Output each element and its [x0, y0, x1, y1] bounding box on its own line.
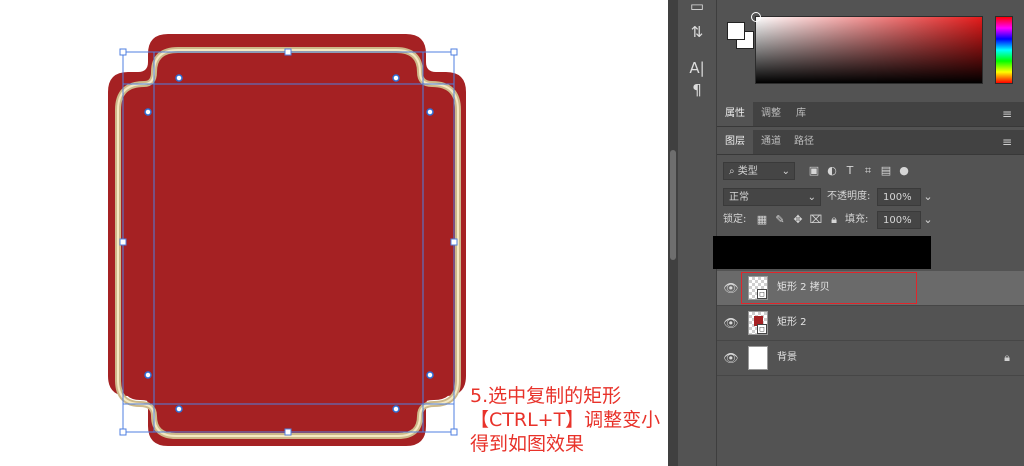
redaction-bar [713, 236, 931, 269]
filter-toggle-icon[interactable]: ● [897, 162, 911, 180]
blend-mode-value: 正常 [729, 192, 749, 203]
lock-artboard-icon[interactable]: ⌧ [809, 211, 823, 229]
instruction-line-1: 5.选中复制的矩形 [470, 385, 622, 407]
lock-paint-icon[interactable]: ✎ [773, 211, 787, 229]
opacity-dropdown-icon[interactable]: ⌄ [921, 188, 935, 206]
paragraph-panel-button[interactable]: ¶ [684, 78, 710, 102]
panel-menu-icon[interactable]: ≡ [998, 102, 1016, 126]
layer-comp-icon[interactable]: ⇅ [684, 20, 710, 44]
highlight-box [741, 272, 917, 304]
search-icon: ⌕ [729, 166, 738, 177]
canvas-scrollbar[interactable] [668, 0, 678, 466]
layer-row-background[interactable]: 👁︎ 背景 🔒︎ [717, 341, 1024, 376]
main-panel-column: 属性 调整 库 ≡ 图层 通道 路径 ≡ ⌕ 类型 ⌄ ▣ ◐ T ⌗ ▤ ● [713, 0, 1024, 466]
comment-icon[interactable]: ▭ [684, 0, 710, 18]
adjustment-filter-icon[interactable]: ◐ [825, 162, 839, 180]
fill-value: 100% [883, 215, 912, 226]
photoshop-panels: ▭ ⇅ A| ¶ 属性 调整 库 ≡ 图层 通道 路径 ≡ ⌕ 类型 ⌄ ▣ ◐… [668, 0, 1024, 466]
blend-mode-select[interactable]: 正常 ⌄ [723, 188, 821, 206]
blend-row: 正常 ⌄ 不透明度: 100% ⌄ [717, 188, 1024, 208]
eye-icon[interactable]: 👁︎ [723, 280, 739, 296]
foreground-color-swatch[interactable] [727, 22, 745, 40]
properties-tab-bar: 属性 调整 库 ≡ [717, 102, 1024, 127]
tab-adjustments[interactable]: 调整 [755, 102, 787, 126]
copy-red-fill [122, 54, 454, 432]
smartobject-filter-icon[interactable]: ▤ [879, 162, 893, 180]
fill-dropdown-icon[interactable]: ⌄ [921, 211, 935, 229]
filter-kind-select[interactable]: ⌕ 类型 ⌄ [723, 162, 795, 180]
layer-filter-row: ⌕ 类型 ⌄ ▣ ◐ T ⌗ ▤ ● [717, 162, 1024, 182]
instruction-line-2: 【CTRL+T】调整变小 [470, 409, 661, 431]
filter-kind-label: 类型 [737, 166, 758, 177]
layer-thumbnail: ◻ [748, 311, 768, 335]
type-filter-icon[interactable]: T [843, 162, 857, 180]
document-canvas[interactable]: 5.选中复制的矩形 【CTRL+T】调整变小 得到如图效果 [0, 0, 668, 466]
layer-thumbnail [748, 346, 768, 370]
panel-dock-strip: ▭ ⇅ A| ¶ [678, 0, 717, 466]
tab-channels[interactable]: 通道 [755, 130, 787, 154]
lock-icon: 🔒︎ [1004, 351, 1010, 364]
opacity-label: 不透明度: [827, 191, 871, 202]
layers-tab-bar: 图层 通道 路径 ≡ [717, 130, 1024, 155]
color-panel [717, 0, 1024, 100]
vector-mask-icon: ◻ [757, 324, 767, 334]
layer-name[interactable]: 矩形 2 [777, 314, 807, 332]
lock-row: 锁定: ▦ ✎ ✥ ⌧ 🔒︎ 填充: 100% ⌄ [717, 211, 1024, 231]
image-filter-icon[interactable]: ▣ [807, 162, 821, 180]
instruction-text: 5.选中复制的矩形 【CTRL+T】调整变小 得到如图效果 [470, 384, 670, 456]
layers-panel-menu-icon[interactable]: ≡ [998, 130, 1016, 154]
hue-slider[interactable] [995, 16, 1013, 84]
lock-all-icon[interactable]: 🔒︎ [827, 211, 841, 229]
lock-move-icon[interactable]: ✥ [791, 211, 805, 229]
color-saturation-field[interactable] [751, 12, 983, 84]
opacity-value: 100% [883, 192, 912, 203]
fill-field[interactable]: 100% [877, 211, 921, 229]
character-panel-button[interactable]: A| [684, 56, 710, 80]
tab-properties[interactable]: 属性 [717, 102, 753, 126]
fill-label: 填充: [845, 214, 869, 225]
layer-row-rect2[interactable]: 👁︎ ◻ 矩形 2 [717, 306, 1024, 341]
lock-transparent-icon[interactable]: ▦ [755, 211, 769, 229]
canvas-scrollbar-thumb[interactable] [670, 150, 676, 260]
chevron-down-icon: ⌄ [807, 192, 816, 203]
color-picker-cursor[interactable] [751, 12, 761, 22]
shape-filter-icon[interactable]: ⌗ [861, 162, 875, 180]
tab-layers[interactable]: 图层 [717, 130, 753, 154]
eye-icon[interactable]: 👁︎ [723, 315, 739, 331]
instruction-line-3: 得到如图效果 [470, 433, 585, 455]
lock-label: 锁定: [723, 214, 747, 225]
chevron-down-icon: ⌄ [781, 166, 790, 177]
layer-name[interactable]: 背景 [777, 349, 797, 367]
layer-list: 👁︎ ◻ 矩形 2 拷贝 👁︎ ◻ 矩形 2 👁︎ 背景 🔒︎ [713, 236, 1024, 466]
tab-paths[interactable]: 路径 [789, 130, 819, 154]
eye-icon[interactable]: 👁︎ [723, 350, 739, 366]
tab-libraries[interactable]: 库 [789, 102, 813, 126]
opacity-field[interactable]: 100% [877, 188, 921, 206]
layer-row-rect2-copy[interactable]: 👁︎ ◻ 矩形 2 拷贝 [717, 271, 1024, 306]
